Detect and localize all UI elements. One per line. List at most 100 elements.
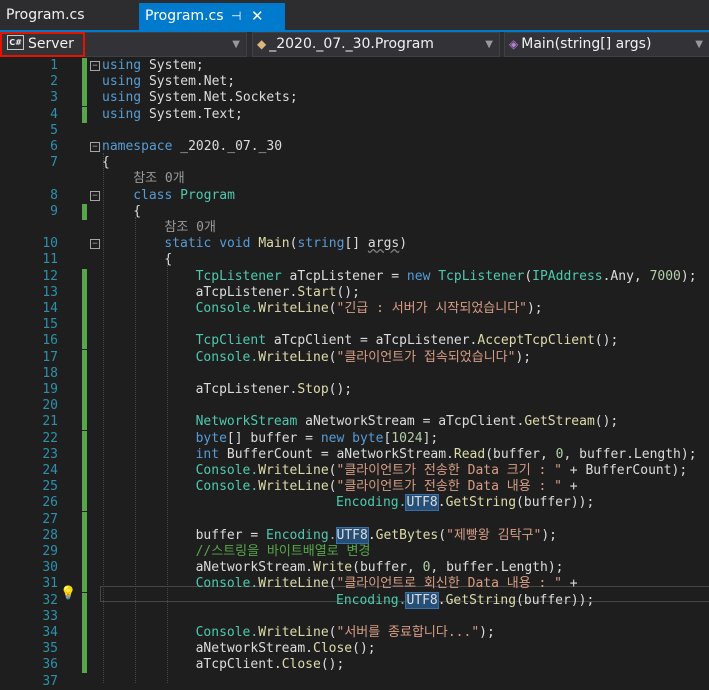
code-text: int BufferCount = aNetworkStream.Read(bu… — [195, 446, 697, 462]
code-text: static void Main(string[] args) — [164, 236, 408, 252]
code-text: TcpClient aTcpClient = aTcpListener.Acce… — [195, 333, 619, 349]
line-number: 26 — [42, 495, 58, 511]
code-line: 6 − namespace _2020._07._30 — [0, 139, 709, 155]
collapse-toggle-icon[interactable]: − — [90, 190, 100, 201]
line-number: 13 — [42, 284, 58, 300]
token: System.Net; — [148, 74, 236, 90]
collapse-toggle-icon[interactable]: − — [90, 61, 100, 71]
change-marker — [82, 527, 87, 544]
code-line: 3 using System.Net.Sockets; — [0, 90, 709, 107]
token: "긴급 : 서버가 시작되었습니다" — [336, 301, 527, 316]
token: Encoding. — [266, 527, 337, 543]
codelens-reference[interactable]: 참조 0개 — [133, 171, 185, 187]
close-icon[interactable]: ✕ — [251, 3, 264, 30]
line-number: 14 — [42, 301, 58, 316]
token: aTcpClient. — [195, 657, 282, 673]
token: Start — [297, 284, 337, 300]
token: Read — [453, 446, 486, 462]
type-dropdown[interactable]: ◆ _2020._07._30.Program ▼ — [252, 32, 500, 57]
token: namespace — [102, 139, 173, 154]
token: GetStream — [524, 414, 595, 430]
code-line: 17 Console.WriteLine("클라이언트가 접속되었습니다"); — [0, 349, 709, 366]
change-marker — [82, 365, 87, 382]
token: class — [133, 187, 173, 203]
method-icon: ◈ — [509, 37, 519, 51]
change-marker — [82, 58, 87, 74]
code-text: { — [164, 252, 173, 268]
change-marker — [82, 544, 87, 560]
change-marker — [82, 268, 87, 285]
line-number: 19 — [42, 382, 58, 397]
collapse-toggle-icon[interactable]: − — [90, 239, 100, 250]
token: using — [102, 106, 142, 122]
token: TcpListener — [438, 268, 525, 284]
member-name: Main(string[] args) — [521, 36, 652, 52]
navigation-bar: C# Server ▼ ◆ _2020._07._30.Program ▼ ◈ Mai… — [0, 32, 709, 57]
collapse-toggle-icon[interactable]: − — [90, 142, 100, 152]
code-line: 7{ — [0, 155, 709, 171]
token: "클라이언트로 회신한 Data 내용 : " — [336, 576, 562, 592]
line-number: 12 — [42, 268, 58, 284]
change-marker — [82, 625, 87, 641]
change-marker — [82, 349, 87, 366]
line-number: 10 — [42, 236, 58, 252]
line-number: 11 — [42, 252, 58, 268]
token: "클라이언트가 전송한 Data 크기 : " — [336, 463, 562, 478]
code-line: 10 − static void Main(string[] args) — [0, 236, 709, 252]
code-text: Console.WriteLine("클라이언트가 전송한 Data 크기 : … — [195, 463, 688, 478]
code-text: Encoding.UTF8.GetString(buffer)); — [336, 494, 595, 512]
code-text: using System; — [102, 58, 204, 74]
code-line: 1 − using System; — [0, 58, 709, 74]
code-line: 27 — [0, 511, 709, 528]
token: . — [437, 592, 446, 608]
code-line: 18 — [0, 365, 709, 382]
token: WriteLine — [258, 301, 329, 316]
line-number: 1 — [50, 58, 58, 73]
code-text: using System.Net; — [102, 74, 235, 90]
token: Stop — [297, 382, 329, 397]
reference-count[interactable]: 참조 0개 — [133, 171, 185, 186]
token: UTF8 — [405, 591, 439, 609]
code-line: 30 aNetworkStream.Write(buffer, 0, buffer… — [0, 560, 709, 577]
token: GetBytes — [375, 527, 439, 543]
line-number: 28 — [42, 527, 58, 543]
token: (buffer)); — [516, 495, 595, 511]
codelens-reference[interactable]: 참조 0개 — [164, 220, 216, 236]
token: GetString — [445, 592, 517, 608]
line-number: 25 — [42, 479, 58, 495]
change-marker — [82, 414, 87, 431]
line-number: 27 — [42, 511, 58, 527]
change-marker — [82, 608, 87, 625]
tab-program-cs-1[interactable]: Program.cs — [0, 2, 144, 29]
code-text: Console.WriteLine("클라이언트로 회신한 Data 내용 : … — [195, 576, 578, 592]
pin-icon[interactable]: ⊣ — [231, 3, 241, 30]
code-text: NetworkStream aNetworkStream = aTcpClien… — [195, 414, 619, 430]
token: aNetworkStream. — [336, 446, 454, 462]
token: (buffer, — [352, 560, 423, 576]
code-line: 13 aTcpListener.Start(); — [0, 284, 709, 301]
line-number: 3 — [50, 90, 58, 106]
code-text: aTcpListener.Start(); — [195, 284, 360, 300]
change-marker — [82, 463, 87, 479]
code-text: aNetworkStream.Close(); — [195, 641, 376, 657]
token: . — [367, 527, 376, 543]
code-line: 29 //스트링을 바이트배열로 변경 — [0, 544, 709, 560]
token: aTcpClient. — [438, 414, 525, 430]
token: int — [195, 446, 220, 462]
token: static — [164, 236, 212, 252]
tab-program-cs-active[interactable]: Program.cs ⊣ ✕ — [139, 3, 285, 30]
token: using — [102, 58, 142, 73]
token: (buffer)); — [516, 592, 595, 608]
reference-count[interactable]: 참조 0개 — [164, 220, 216, 235]
token: WriteLine — [258, 479, 329, 495]
change-marker — [82, 657, 87, 674]
class-icon: ◆ — [257, 37, 267, 51]
line-number: 23 — [42, 446, 58, 462]
line-number: 20 — [42, 398, 58, 414]
annotation-highlight-box — [0, 32, 85, 57]
token: IPAddress — [532, 268, 603, 284]
member-dropdown[interactable]: ◈ Main(string[] args) ▼ — [504, 32, 709, 57]
line-number: 2 — [50, 74, 58, 90]
token: , buffer.Length); — [430, 560, 564, 576]
code-editor[interactable]: 💡 1− using System; 2 using System.Net; 3 usin… — [0, 57, 709, 689]
